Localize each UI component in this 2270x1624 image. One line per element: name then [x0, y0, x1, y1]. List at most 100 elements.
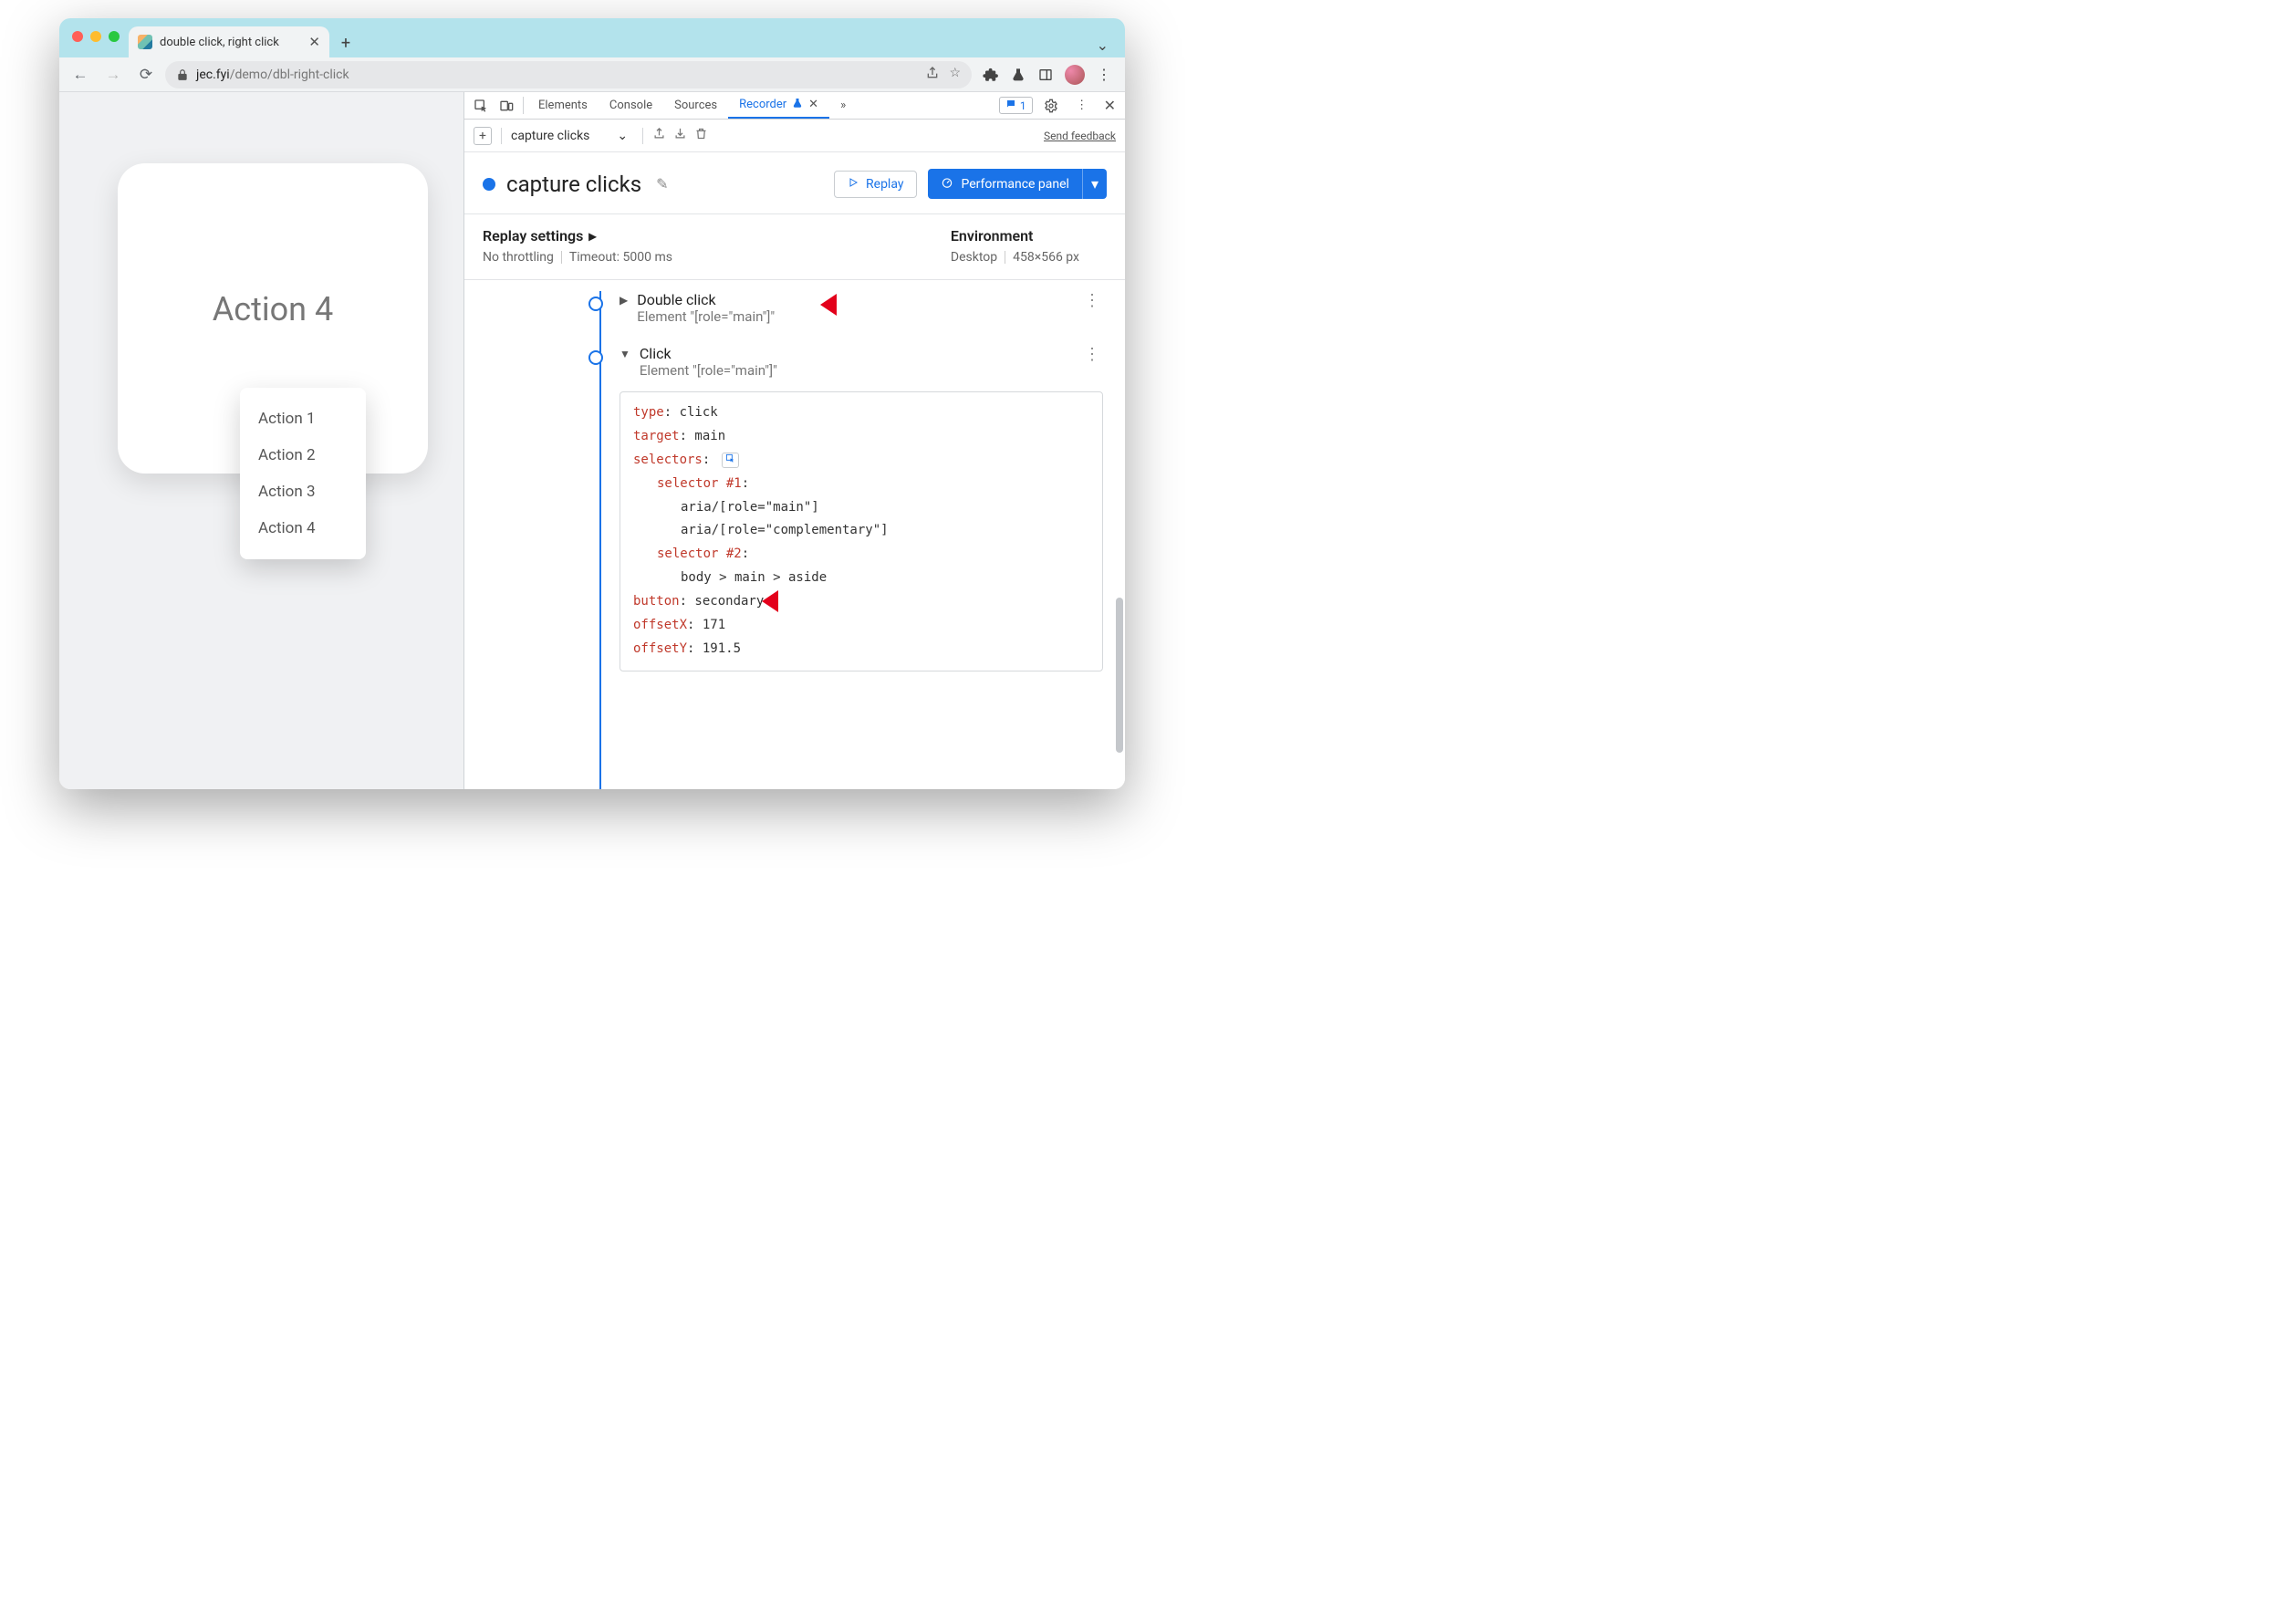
step-item: ▼ Click Element "[role="main"]" ⋮ type: …	[592, 345, 1125, 671]
card-title: Action 4	[213, 290, 333, 328]
add-recording-button[interactable]: +	[474, 127, 492, 145]
devtools-tabbar: Elements Console Sources Recorder ✕ » 1	[464, 92, 1125, 120]
url-path: /demo/dbl-right-click	[230, 68, 349, 82]
devtools-dock-icon[interactable]	[1037, 67, 1054, 83]
steps-list: ▶ Double click Element "[role="main"]" ⋮	[464, 280, 1125, 789]
window-close-button[interactable]	[72, 31, 83, 42]
url-host: jec.fyi	[196, 68, 230, 82]
detail-value: : main	[680, 429, 726, 443]
callout-arrow-icon	[820, 291, 860, 318]
performance-panel-button[interactable]: Performance panel	[928, 169, 1082, 199]
detail-key: selector #1	[657, 476, 742, 491]
tab-close-icon[interactable]: ✕	[308, 34, 320, 50]
window-minimize-button[interactable]	[90, 31, 101, 42]
step-title: Double click	[637, 291, 775, 308]
pick-selector-icon[interactable]	[722, 453, 739, 469]
page-content[interactable]: Action 4 Action 1 Action 2 Action 3 Acti…	[59, 92, 464, 789]
context-menu-item[interactable]: Action 4	[240, 510, 366, 547]
inspect-element-icon[interactable]	[468, 92, 494, 119]
callout-arrow-icon	[762, 588, 802, 615]
gauge-icon	[941, 176, 953, 193]
timeout-value: Timeout: 5000 ms	[569, 250, 672, 265]
step-details[interactable]: type: click target: main selectors: sele…	[620, 391, 1103, 671]
context-menu-item[interactable]: Action 1	[240, 401, 366, 437]
send-feedback-link[interactable]: Send feedback	[1044, 130, 1116, 142]
devtools-close-icon[interactable]: ✕	[1100, 97, 1119, 114]
chrome-menu-icon[interactable]: ⋮	[1096, 67, 1112, 83]
detail-value: : 191.5	[687, 641, 741, 656]
detail-key: button	[633, 594, 680, 609]
performance-dropdown-button[interactable]: ▾	[1082, 169, 1107, 199]
context-menu: Action 1 Action 2 Action 3 Action 4	[240, 388, 366, 559]
flask-icon[interactable]	[1010, 67, 1026, 83]
export-icon[interactable]	[652, 127, 666, 144]
step-subtitle: Element "[role="main"]"	[637, 308, 775, 325]
detail-value: aria/[role="main"]	[633, 496, 1089, 520]
extensions-puzzle-icon[interactable]	[983, 67, 999, 83]
step-title: Click	[640, 345, 777, 362]
recorder-toolbar: + capture clicks ⌄ Send feedback	[464, 120, 1125, 152]
tab-recorder[interactable]: Recorder ✕	[728, 92, 829, 119]
chat-icon	[1005, 99, 1016, 112]
browser-window: double click, right click ✕ + ⌄ ← → ⟳ je…	[59, 18, 1125, 789]
detail-key: target	[633, 429, 680, 443]
collapse-step-icon[interactable]: ▼	[620, 345, 630, 360]
tab-close-icon[interactable]: ✕	[808, 98, 818, 111]
recording-select[interactable]: capture clicks ⌄	[511, 129, 633, 143]
environment-heading: Environment	[951, 227, 1079, 245]
play-icon	[848, 177, 859, 192]
context-menu-item[interactable]: Action 2	[240, 437, 366, 474]
devtools-panel: Elements Console Sources Recorder ✕ » 1	[464, 92, 1125, 789]
replay-button[interactable]: Replay	[834, 171, 917, 198]
step-menu-icon[interactable]: ⋮	[1084, 345, 1125, 364]
address-bar[interactable]: jec.fyi/demo/dbl-right-click ☆	[165, 61, 972, 88]
recording-select-label: capture clicks	[511, 129, 589, 143]
chevron-down-icon: ⌄	[617, 129, 628, 143]
profile-avatar[interactable]	[1065, 65, 1085, 85]
step-item: ▶ Double click Element "[role="main"]" ⋮	[592, 291, 1125, 325]
detail-value: : secondary	[680, 594, 765, 609]
tabs-dropdown-icon[interactable]: ⌄	[1088, 36, 1118, 57]
tab-strip: double click, right click ✕ + ⌄	[59, 18, 1125, 57]
devtools-menu-icon[interactable]: ⋮	[1069, 99, 1095, 112]
detail-key: offsetX	[633, 618, 687, 632]
detail-key: offsetY	[633, 641, 687, 656]
settings-gear-icon[interactable]	[1038, 99, 1064, 113]
new-tab-button[interactable]: +	[333, 30, 359, 56]
context-menu-item[interactable]: Action 3	[240, 474, 366, 510]
lock-icon	[176, 68, 189, 81]
delete-icon[interactable]	[694, 127, 708, 144]
import-icon[interactable]	[673, 127, 687, 144]
expand-step-icon[interactable]: ▶	[620, 291, 628, 307]
step-menu-icon[interactable]: ⋮	[1084, 291, 1125, 310]
issues-count: 1	[1020, 99, 1026, 112]
env-device: Desktop	[951, 250, 997, 265]
performance-button-label: Performance panel	[961, 177, 1069, 192]
replay-settings-heading[interactable]: Replay settings ▸	[483, 227, 672, 245]
detail-value: aria/[role="complementary"]	[633, 519, 1089, 543]
tab-title: double click, right click	[160, 36, 301, 49]
bookmark-star-icon[interactable]: ☆	[949, 66, 961, 84]
flask-icon	[792, 98, 803, 112]
tab-console[interactable]: Console	[599, 92, 663, 119]
forward-button[interactable]: →	[99, 61, 127, 88]
scrollbar-thumb[interactable]	[1116, 598, 1123, 753]
reload-button[interactable]: ⟳	[132, 61, 160, 88]
window-maximize-button[interactable]	[109, 31, 120, 42]
throttling-value: No throttling	[483, 250, 554, 265]
more-tabs-icon[interactable]: »	[829, 92, 857, 119]
env-viewport: 458×566 px	[1013, 250, 1079, 265]
share-icon[interactable]	[925, 66, 940, 84]
tab-favicon	[138, 35, 152, 49]
tab-sources[interactable]: Sources	[663, 92, 728, 119]
back-button[interactable]: ←	[67, 61, 94, 88]
performance-panel-button-group: Performance panel ▾	[928, 169, 1107, 199]
device-toolbar-icon[interactable]	[494, 92, 519, 119]
browser-tab[interactable]: double click, right click ✕	[129, 26, 329, 57]
edit-title-icon[interactable]: ✎	[656, 175, 668, 193]
detail-value: body > main > aside	[633, 567, 1089, 590]
browser-toolbar: ← → ⟳ jec.fyi/demo/dbl-right-click ☆	[59, 57, 1125, 92]
issues-badge[interactable]: 1	[999, 97, 1033, 114]
tab-elements[interactable]: Elements	[527, 92, 599, 119]
recorder-header: capture clicks ✎ Replay Performance pane…	[464, 152, 1125, 214]
